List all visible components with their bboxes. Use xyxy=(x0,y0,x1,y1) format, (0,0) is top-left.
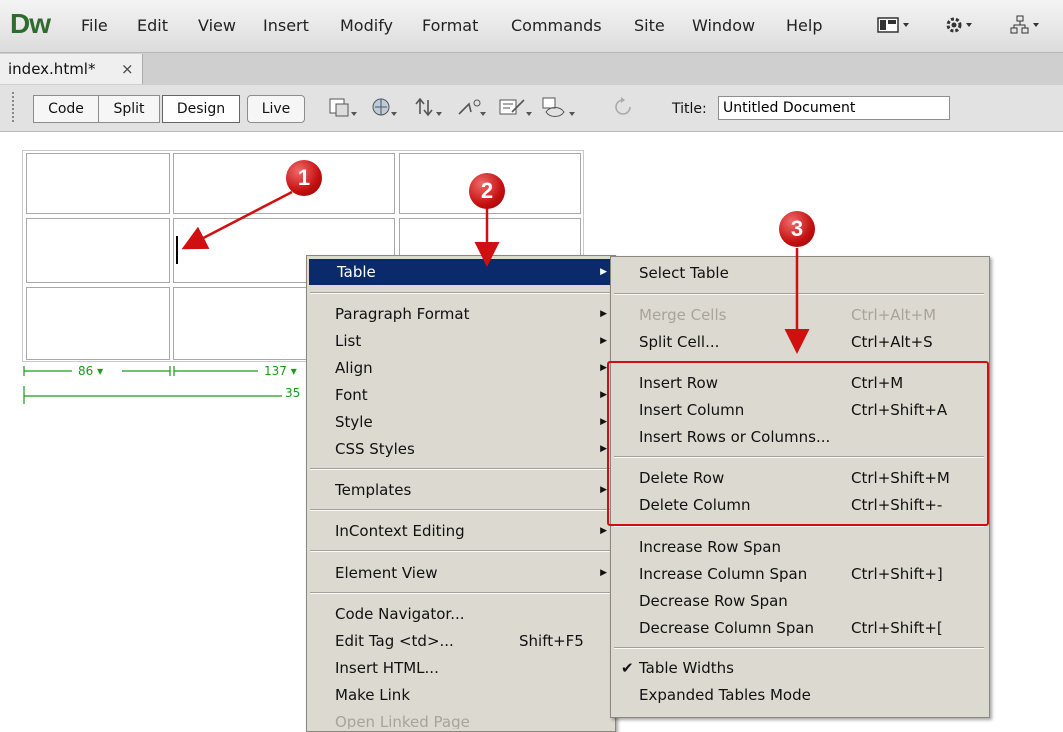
menu-site[interactable]: Site xyxy=(634,16,665,35)
submenu-arrow-icon: ▶ xyxy=(600,363,607,373)
menu-item-expanded-tables-mode[interactable]: Expanded Tables Mode xyxy=(611,682,987,708)
submenu-arrow-icon: ▶ xyxy=(600,568,607,578)
validate-icon xyxy=(499,99,532,116)
highlight-box xyxy=(607,361,989,526)
menu-separator xyxy=(310,292,610,294)
submenu-arrow-icon: ▶ xyxy=(600,417,607,427)
menu-format[interactable]: Format xyxy=(422,16,478,35)
document-title-input[interactable] xyxy=(718,96,950,120)
dreamweaver-logo: Dw xyxy=(10,8,51,39)
browser-check-icon xyxy=(458,99,486,116)
annotation-badge-3: 3 xyxy=(779,211,815,247)
menu-item-merge-cells: Merge Cells Ctrl+Alt+M xyxy=(639,306,937,324)
extend-gear-icon[interactable] xyxy=(943,14,981,36)
menu-item-align[interactable]: Align ▶ xyxy=(307,355,613,381)
menu-separator xyxy=(310,509,610,511)
menu-view[interactable]: View xyxy=(198,16,236,35)
table-width-label[interactable]: 35 xyxy=(285,386,300,400)
submenu-arrow-icon: ▶ xyxy=(600,309,607,319)
menu-item-element-view[interactable]: Element View ▶ xyxy=(307,560,613,586)
submenu-arrow-icon: ▶ xyxy=(600,444,607,454)
submenu-arrow-icon: ▶ xyxy=(600,390,607,400)
checkmark-icon: ✔ xyxy=(621,659,634,677)
table-cell[interactable] xyxy=(26,153,170,214)
menu-modify[interactable]: Modify xyxy=(340,16,393,35)
table-cell[interactable] xyxy=(26,287,170,360)
menu-item-font[interactable]: Font ▶ xyxy=(307,382,613,408)
title-label: Title: xyxy=(672,101,707,117)
text-cursor xyxy=(176,236,178,264)
menu-file[interactable]: File xyxy=(81,16,108,35)
menu-item-increase-row-span[interactable]: Increase Row Span xyxy=(611,534,987,560)
menu-item-incontext-editing[interactable]: InContext Editing ▶ xyxy=(307,518,613,544)
menu-separator xyxy=(614,293,984,295)
preview-icon xyxy=(372,98,397,116)
multiscreen-icon xyxy=(329,98,357,117)
annotation-badge-2: 2 xyxy=(469,173,505,209)
menu-edit[interactable]: Edit xyxy=(137,16,168,35)
design-view-button[interactable]: Design xyxy=(162,95,240,123)
menu-item-open-linked-page: Open Linked Page xyxy=(335,713,470,729)
menu-item-insert-html[interactable]: Insert HTML... xyxy=(307,655,613,681)
toolbar-grip[interactable] xyxy=(12,92,18,122)
menu-item-decrease-column-span[interactable]: Decrease Column Span Ctrl+Shift+[ xyxy=(611,615,987,641)
menu-separator xyxy=(310,550,610,552)
code-view-button[interactable]: Code xyxy=(33,95,99,123)
toolbar-icon-strip xyxy=(329,97,631,117)
menu-insert[interactable]: Insert xyxy=(263,16,309,35)
menu-separator xyxy=(310,468,610,470)
menu-item-decrease-row-span[interactable]: Decrease Row Span xyxy=(611,588,987,614)
menu-commands[interactable]: Commands xyxy=(511,16,602,35)
menu-item-css-styles[interactable]: CSS Styles ▶ xyxy=(307,436,613,462)
menu-item-paragraph-format[interactable]: Paragraph Format ▶ xyxy=(307,301,613,327)
live-view-button[interactable]: Live xyxy=(247,95,305,123)
annotation-badge-1: 1 xyxy=(286,160,322,196)
menu-item-table-widths[interactable]: ✔ Table Widths xyxy=(611,655,987,681)
split-view-button[interactable]: Split xyxy=(98,95,160,123)
menu-help[interactable]: Help xyxy=(786,16,822,35)
submenu-arrow-icon: ▶ xyxy=(600,267,607,277)
menu-item-edit-tag[interactable]: Edit Tag <td>... Shift+F5 xyxy=(307,628,613,654)
refresh-icon xyxy=(615,97,631,115)
menu-separator xyxy=(614,647,984,649)
menu-item-code-navigator[interactable]: Code Navigator... xyxy=(307,601,613,627)
close-tab-icon[interactable]: × xyxy=(121,60,134,78)
menu-item-select-table[interactable]: Select Table xyxy=(611,260,987,286)
file-management-icon xyxy=(415,97,442,117)
document-tab-label: index.html* xyxy=(8,60,96,78)
menu-item-increase-column-span[interactable]: Increase Column Span Ctrl+Shift+] xyxy=(611,561,987,587)
context-menu: Table ▶ Paragraph Format ▶ List ▶ Align ▶ Fo… xyxy=(306,255,616,732)
table-cell[interactable] xyxy=(26,218,170,283)
site-icon[interactable] xyxy=(1009,14,1047,36)
menu-item-table[interactable]: Table ▶ xyxy=(309,259,613,285)
submenu-arrow-icon: ▶ xyxy=(600,526,607,536)
column-width-label[interactable]: 86 ▾ xyxy=(78,364,103,378)
table-cell[interactable] xyxy=(173,153,395,214)
menu-item-split-cell[interactable]: Split Cell... Ctrl+Alt+S xyxy=(611,329,987,355)
menu-item-make-link[interactable]: Make Link xyxy=(307,682,613,708)
column-width-label[interactable]: 137 ▾ xyxy=(264,364,297,378)
submenu-arrow-icon: ▶ xyxy=(600,485,607,495)
submenu-arrow-icon: ▶ xyxy=(600,336,607,346)
menu-window[interactable]: Window xyxy=(692,16,755,35)
visual-aids-icon xyxy=(542,97,575,117)
menu-separator xyxy=(310,592,610,594)
workspace-layout-icon[interactable] xyxy=(876,14,914,36)
menu-item-list[interactable]: List ▶ xyxy=(307,328,613,354)
menu-item-templates[interactable]: Templates ▶ xyxy=(307,477,613,503)
document-tabbar xyxy=(0,52,1063,86)
menu-item-style[interactable]: Style ▶ xyxy=(307,409,613,435)
